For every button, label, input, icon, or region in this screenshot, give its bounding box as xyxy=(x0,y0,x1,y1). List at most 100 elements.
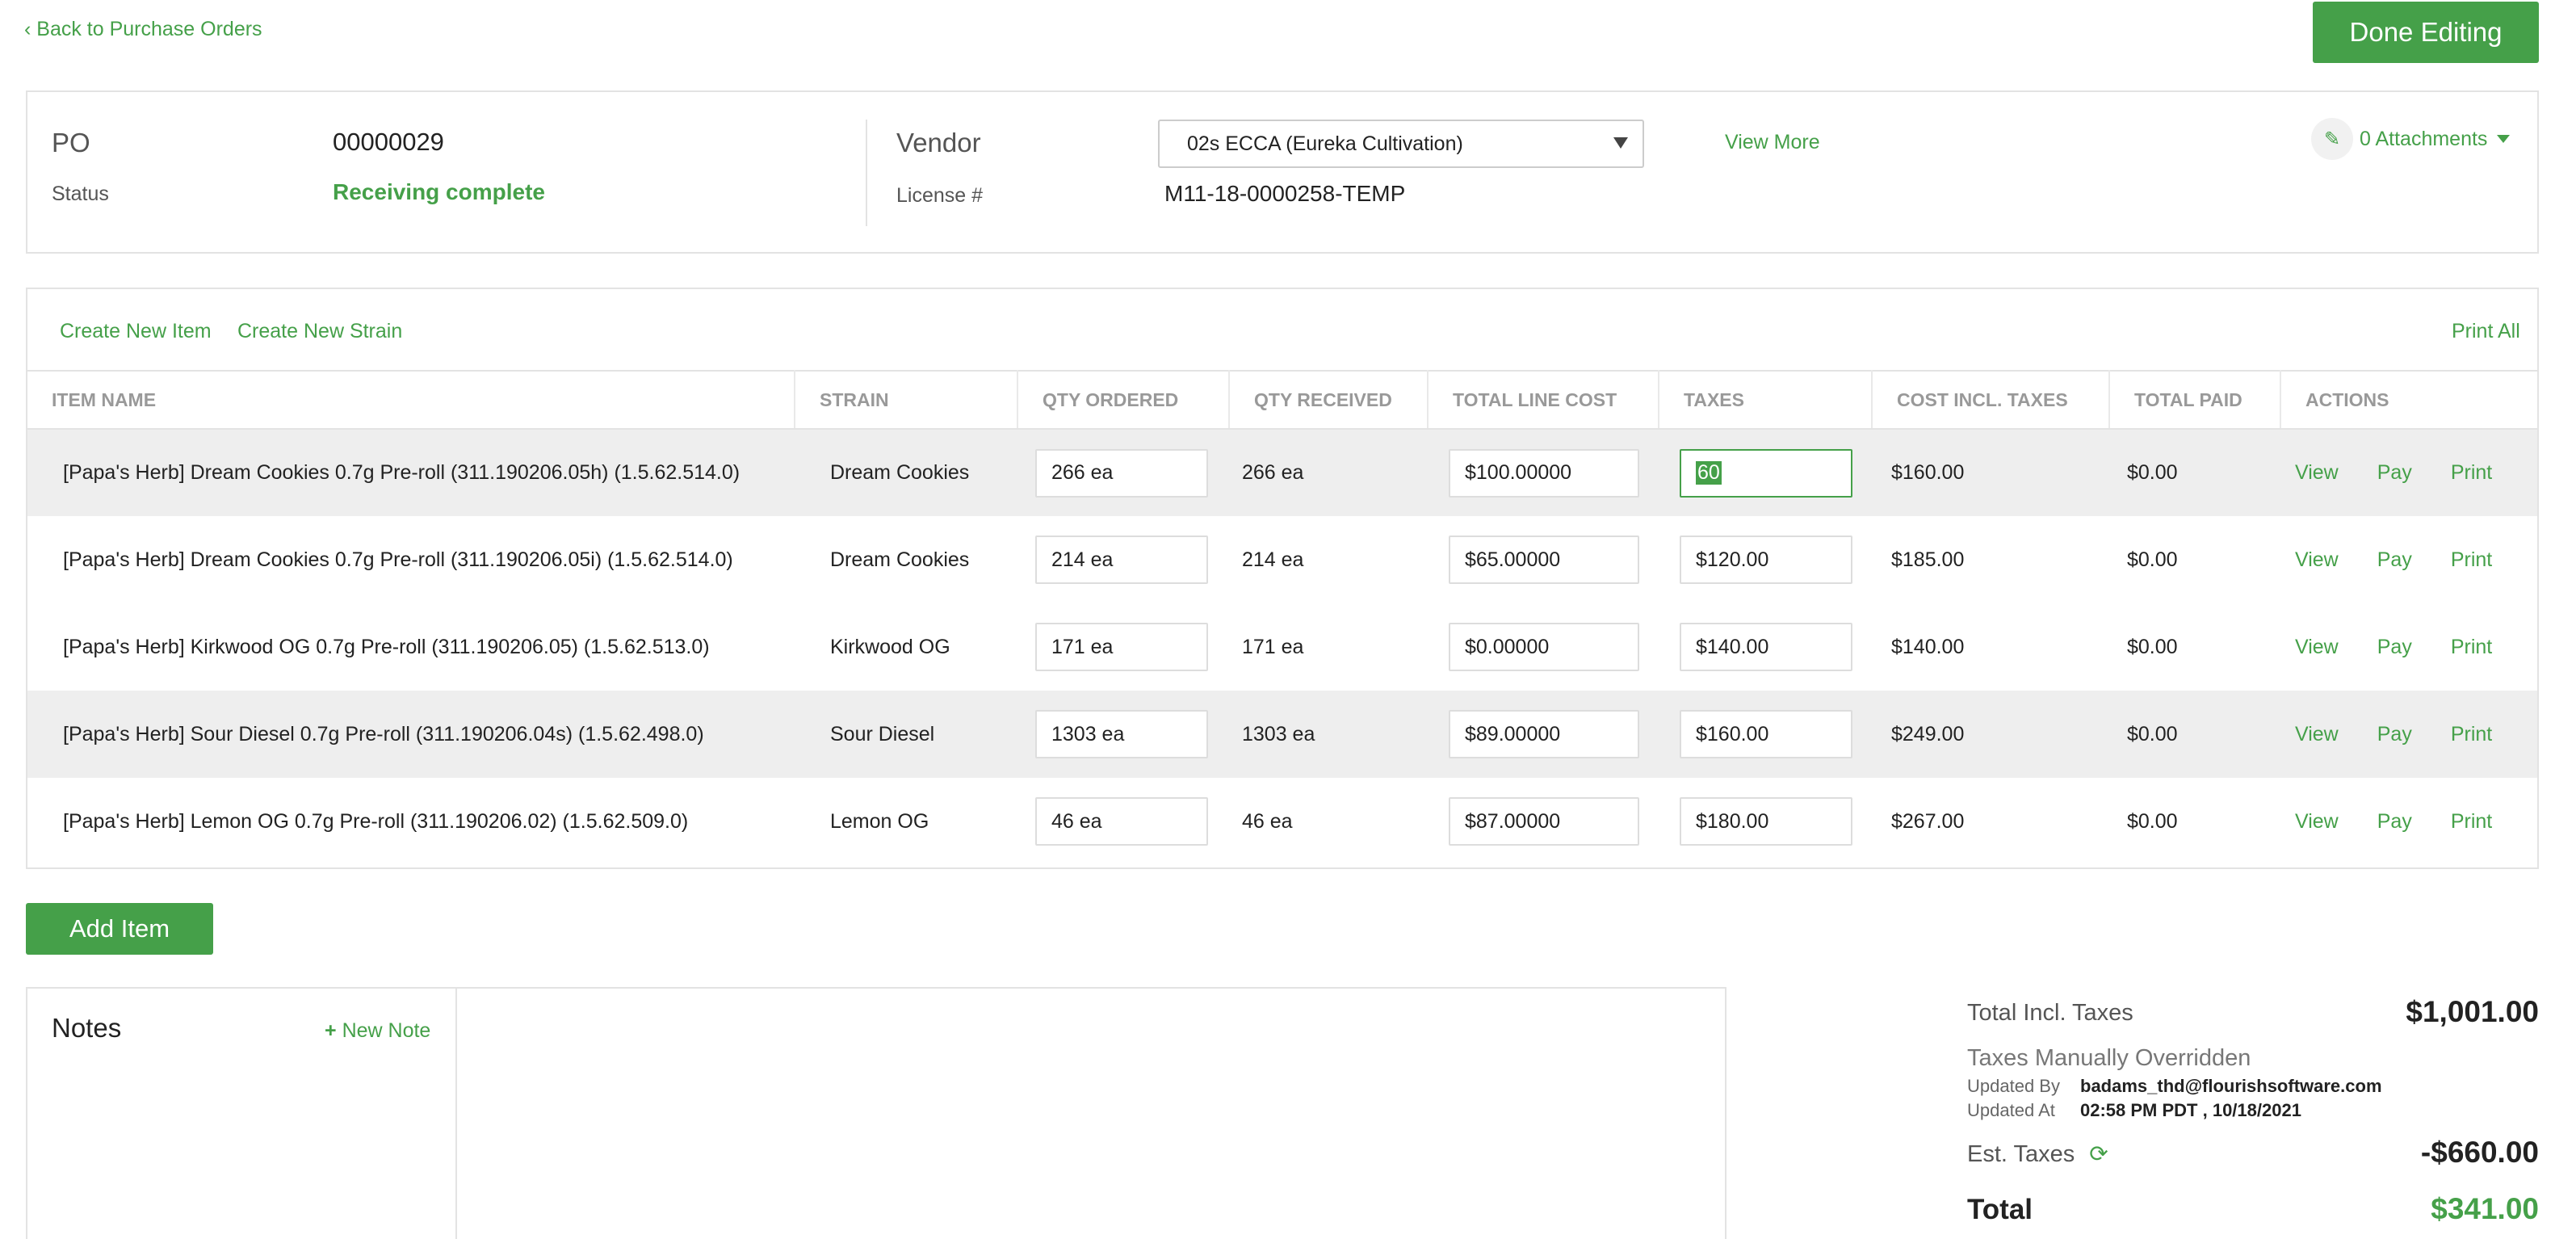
total-incl-taxes-value: $1,001.00 xyxy=(2406,995,2539,1028)
refresh-icon[interactable]: ⟳ xyxy=(2089,1140,2108,1167)
qty-received: 214 ea xyxy=(1242,548,1304,571)
line-cost-value: $89.00000 xyxy=(1465,722,1561,746)
line-cost-value: $65.00000 xyxy=(1465,548,1561,571)
print-link[interactable]: Print xyxy=(2451,810,2492,834)
qty-ordered-value: 171 ea xyxy=(1051,635,1114,658)
print-all-link[interactable]: Print All xyxy=(2452,320,2520,343)
view-link[interactable]: View xyxy=(2295,810,2339,834)
pay-link[interactable]: Pay xyxy=(2377,810,2412,834)
item-name: [Papa's Herb] Lemon OG 0.7g Pre-roll (31… xyxy=(63,809,689,833)
total-paid: $0.00 xyxy=(2109,691,2280,778)
header-qty-received[interactable]: QTY RECEIVED xyxy=(1229,370,1429,430)
table-row: [Papa's Herb] Lemon OG 0.7g Pre-roll (31… xyxy=(27,778,2537,865)
print-link[interactable]: Print xyxy=(2451,461,2492,485)
cost-incl-taxes: $249.00 xyxy=(1872,691,2109,778)
strain: Sour Diesel xyxy=(795,691,1017,778)
est-taxes-label: Est. Taxes xyxy=(1967,1141,2075,1167)
qty-ordered-input[interactable]: 266 ea xyxy=(1035,448,1208,498)
attachments-label: 0 Attachments xyxy=(2360,127,2488,150)
view-link[interactable]: View xyxy=(2295,723,2339,746)
print-link[interactable]: Print xyxy=(2451,723,2492,746)
back-to-purchase-orders-link[interactable]: ‹ Back to Purchase Orders xyxy=(24,18,262,41)
view-link[interactable]: View xyxy=(2295,636,2339,659)
qty-ordered-input[interactable]: 214 ea xyxy=(1035,536,1208,584)
qty-ordered-value: 266 ea xyxy=(1051,461,1114,484)
done-editing-button[interactable]: Done Editing xyxy=(2313,2,2539,63)
item-name: [Papa's Herb] Kirkwood OG 0.7g Pre-roll … xyxy=(63,635,710,658)
notes-panel xyxy=(26,987,1726,1239)
qty-received: 46 ea xyxy=(1242,809,1293,833)
taxes-input[interactable]: $180.00 xyxy=(1680,797,1852,846)
taxes-input[interactable]: 60 xyxy=(1680,448,1852,498)
view-more-link[interactable]: View More xyxy=(1725,131,1820,154)
item-name: [Papa's Herb] Dream Cookies 0.7g Pre-rol… xyxy=(27,429,795,516)
new-note-button[interactable]: + New Note xyxy=(325,1019,430,1043)
taxes-input[interactable]: $140.00 xyxy=(1680,623,1852,671)
create-new-item-link[interactable]: Create New Item xyxy=(60,320,212,343)
line-cost-input[interactable]: $0.00000 xyxy=(1449,623,1639,671)
paperclip-icon: ✎ xyxy=(2311,118,2353,160)
header-taxes[interactable]: TAXES xyxy=(1659,370,1873,430)
est-taxes-label-wrap: Est. Taxes ⟳ xyxy=(1967,1140,2108,1168)
est-taxes-value: -$660.00 xyxy=(2420,1136,2539,1169)
line-cost-input[interactable]: $89.00000 xyxy=(1449,710,1639,758)
header-total-paid[interactable]: TOTAL PAID xyxy=(2109,370,2281,430)
qty-received: 1303 ea xyxy=(1229,691,1428,778)
qty-received: 171 ea xyxy=(1242,635,1304,658)
total-paid: $0.00 xyxy=(2127,548,2178,571)
line-cost-value: $100.00000 xyxy=(1465,461,1572,484)
total-incl-taxes-label: Total Incl. Taxes xyxy=(1967,1000,2133,1026)
line-cost-input[interactable]: $65.00000 xyxy=(1449,536,1639,584)
header-divider xyxy=(866,120,867,226)
total-value: $341.00 xyxy=(2431,1192,2539,1225)
create-new-strain-link[interactable]: Create New Strain xyxy=(237,320,402,343)
strain: Lemon OG xyxy=(830,809,929,833)
add-item-button[interactable]: Add Item xyxy=(26,903,213,955)
header-total-line-cost[interactable]: TOTAL LINE COST xyxy=(1428,370,1659,430)
new-note-label: New Note xyxy=(342,1019,431,1042)
header-actions: ACTIONS xyxy=(2280,370,2537,430)
line-cost-input[interactable]: $87.00000 xyxy=(1449,797,1639,846)
line-cost-input[interactable]: $100.00000 xyxy=(1449,448,1639,498)
pay-link[interactable]: Pay xyxy=(2377,723,2412,746)
view-link[interactable]: View xyxy=(2295,461,2339,485)
updated-by-label: Updated By xyxy=(1967,1076,2060,1096)
taxes-value: $180.00 xyxy=(1696,809,1769,833)
header-qty-ordered[interactable]: QTY ORDERED xyxy=(1017,370,1230,430)
header-item-name[interactable]: ITEM NAME xyxy=(27,370,795,430)
cost-incl-taxes: $267.00 xyxy=(1891,809,1965,833)
po-label: PO xyxy=(52,128,90,158)
header-cost-incl-taxes[interactable]: COST INCL. TAXES xyxy=(1872,370,2110,430)
pay-link[interactable]: Pay xyxy=(2377,636,2412,659)
total-paid: $0.00 xyxy=(2127,635,2178,658)
taxes-value: $140.00 xyxy=(1696,635,1769,658)
pay-link[interactable]: Pay xyxy=(2377,548,2412,572)
header-strain[interactable]: STRAIN xyxy=(795,370,1018,430)
cost-incl-taxes: $140.00 xyxy=(1891,635,1965,658)
caret-down-icon xyxy=(1613,137,1628,149)
taxes-value: 60 xyxy=(1696,461,1722,485)
attachments-dropdown[interactable]: ✎ 0 Attachments xyxy=(2311,118,2511,160)
line-cost-value: $87.00000 xyxy=(1465,809,1561,833)
qty-ordered-input[interactable]: 171 ea xyxy=(1035,623,1208,671)
status-label: Status xyxy=(52,183,109,205)
taxes-input[interactable]: $120.00 xyxy=(1680,536,1852,584)
view-link[interactable]: View xyxy=(2295,548,2339,572)
license-value: M11-18-0000258-TEMP xyxy=(1164,181,1406,206)
cost-incl-taxes: $185.00 xyxy=(1891,548,1965,571)
vendor-select[interactable]: 02s ECCA (Eureka Cultivation) xyxy=(1158,120,1644,168)
table-row: [Papa's Herb] Kirkwood OG 0.7g Pre-roll … xyxy=(27,603,2537,691)
qty-ordered-input[interactable]: 46 ea xyxy=(1035,797,1208,846)
po-number: 00000029 xyxy=(333,128,444,156)
print-link[interactable]: Print xyxy=(2451,636,2492,659)
print-link[interactable]: Print xyxy=(2451,548,2492,572)
table-row: [Papa's Herb] Dream Cookies 0.7g Pre-rol… xyxy=(27,429,2537,516)
qty-ordered-input[interactable]: 1303 ea xyxy=(1035,710,1208,758)
taxes-input[interactable]: $160.00 xyxy=(1680,710,1852,758)
purchase-order-items-table: ITEM NAME STRAIN QTY ORDERED QTY RECEIVE… xyxy=(27,370,2537,865)
pay-link[interactable]: Pay xyxy=(2377,461,2412,485)
taxes-overridden-label: Taxes Manually Overridden xyxy=(1967,1045,2251,1071)
vendor-label: Vendor xyxy=(896,128,981,158)
po-header-panel xyxy=(26,90,2539,254)
status-value: Receiving complete xyxy=(333,179,545,204)
